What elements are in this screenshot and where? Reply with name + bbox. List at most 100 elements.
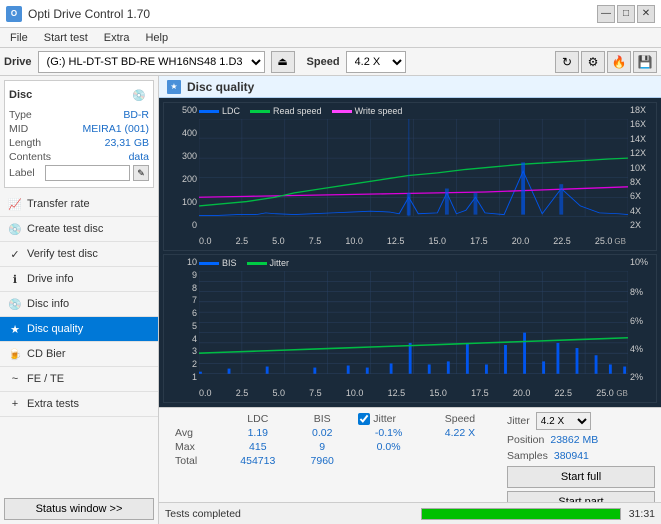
- col-header-ldc: LDC: [221, 412, 294, 426]
- speed-info-row: Jitter 4.2 X: [507, 412, 655, 430]
- progress-bar: [421, 508, 621, 520]
- maximize-button[interactable]: □: [617, 5, 635, 23]
- sidebar-item-label-create-test-disc: Create test disc: [27, 223, 103, 235]
- chart1-x-axis: 0.02.55.07.510.012.515.017.520.022.525.0…: [199, 232, 628, 250]
- legend-bis: BIS: [199, 258, 237, 268]
- titlebar-controls: — □ ✕: [597, 5, 655, 23]
- sidebar-item-fe-te[interactable]: ~ FE / TE: [0, 367, 158, 392]
- legend-read-speed-dot: [250, 110, 270, 113]
- sidebar-item-label-fe-te: FE / TE: [27, 373, 64, 385]
- disc-length-label: Length: [9, 137, 41, 149]
- position-row: Position 23862 MB: [507, 434, 655, 446]
- disc-header-label: Disc: [9, 89, 32, 101]
- legend-write-speed: Write speed: [332, 106, 403, 116]
- refresh-button[interactable]: ↻: [555, 51, 579, 73]
- status-window-label: Status window >>: [36, 503, 123, 515]
- max-bis: 9: [294, 440, 350, 454]
- stats-bar: LDC BIS Jitter Speed: [159, 407, 661, 502]
- legend-bis-dot: [199, 262, 219, 265]
- jitter-checkbox[interactable]: [358, 413, 370, 425]
- minimize-button[interactable]: —: [597, 5, 615, 23]
- sidebar-item-create-test-disc[interactable]: 💿 Create test disc: [0, 217, 158, 242]
- settings-button[interactable]: ⚙: [581, 51, 605, 73]
- jitter-speed-select[interactable]: 4.2 X: [536, 412, 591, 430]
- chart-title-icon: ★: [167, 80, 181, 94]
- chart1-area: [199, 119, 628, 232]
- avg-bis: 0.02: [294, 426, 350, 440]
- chart-header: ★ Disc quality: [159, 76, 661, 98]
- app-icon: O: [6, 6, 22, 22]
- menu-file[interactable]: File: [4, 31, 34, 45]
- jitter-speed-label: Jitter: [507, 415, 530, 427]
- legend-ldc-label: LDC: [222, 106, 240, 116]
- time-text: 31:31: [629, 508, 655, 520]
- samples-value: 380941: [554, 450, 589, 462]
- legend-bis-label: BIS: [222, 258, 237, 268]
- chart2-svg: [199, 271, 628, 384]
- start-full-button[interactable]: Start full: [507, 466, 655, 488]
- disc-panel: Disc 💿 Type BD-R MID MEIRA1 (001) Length…: [4, 80, 154, 188]
- save-button[interactable]: 💾: [633, 51, 657, 73]
- total-bis: 7960: [294, 454, 350, 468]
- disc-label-input[interactable]: [45, 165, 130, 181]
- titlebar-left: O Opti Drive Control 1.70: [6, 6, 150, 22]
- drivebar: Drive (G:) HL-DT-ST BD-RE WH16NS48 1.D3 …: [0, 48, 661, 76]
- menu-help[interactable]: Help: [139, 31, 174, 45]
- col-header-bis: BIS: [294, 412, 350, 426]
- sidebar-item-drive-info[interactable]: ℹ Drive info: [0, 267, 158, 292]
- drive-select[interactable]: (G:) HL-DT-ST BD-RE WH16NS48 1.D3: [38, 51, 265, 73]
- stats-right: Jitter 4.2 X Position 23862 MB Samples 3…: [501, 408, 661, 502]
- sidebar-item-transfer-rate[interactable]: 📈 Transfer rate: [0, 192, 158, 217]
- sidebar-item-disc-info[interactable]: 💿 Disc info: [0, 292, 158, 317]
- legend-read-speed: Read speed: [250, 106, 322, 116]
- close-button[interactable]: ✕: [637, 5, 655, 23]
- max-label: Max: [167, 440, 221, 454]
- disc-label-row: Label ✎: [9, 165, 149, 181]
- burn-button[interactable]: 🔥: [607, 51, 631, 73]
- sidebar-item-label-extra-tests: Extra tests: [27, 398, 79, 410]
- legend-read-speed-label: Read speed: [273, 106, 322, 116]
- total-label: Total: [167, 454, 221, 468]
- stats-table: LDC BIS Jitter Speed: [159, 408, 501, 502]
- menu-extra[interactable]: Extra: [98, 31, 136, 45]
- sidebar-item-label-drive-info: Drive info: [27, 273, 73, 285]
- disc-contents-row: Contents data: [9, 151, 149, 163]
- sidebar-item-cd-bier[interactable]: 🍺 CD Bier: [0, 342, 158, 367]
- disc-icon: 💿: [129, 85, 149, 105]
- col-header-jitter-check: Jitter: [350, 412, 427, 426]
- sidebar-item-label-cd-bier: CD Bier: [27, 348, 66, 360]
- disc-contents-label: Contents: [9, 151, 51, 163]
- avg-label: Avg: [167, 426, 221, 440]
- samples-label: Samples: [507, 450, 548, 462]
- disc-mid-value: MEIRA1 (001): [82, 123, 149, 135]
- legend-jitter-dot: [247, 262, 267, 265]
- content-area: ★ Disc quality LDC Read speed: [159, 76, 661, 524]
- disc-length-row: Length 23,31 GB: [9, 137, 149, 149]
- sidebar-item-disc-quality[interactable]: ★ Disc quality: [0, 317, 158, 342]
- chart2-y-right: 10%8%6%4%2%: [628, 255, 656, 384]
- speed-select[interactable]: 4.2 X: [346, 51, 406, 73]
- avg-ldc: 1.19: [221, 426, 294, 440]
- disc-header: Disc 💿: [9, 85, 149, 105]
- toolbar-icons: ↻ ⚙ 🔥 💾: [555, 51, 657, 73]
- disc-label-edit-button[interactable]: ✎: [133, 165, 149, 181]
- sidebar-item-verify-test-disc[interactable]: ✓ Verify test disc: [0, 242, 158, 267]
- col-header-speed: Speed: [427, 412, 493, 426]
- max-ldc: 415: [221, 440, 294, 454]
- sidebar-item-extra-tests[interactable]: + Extra tests: [0, 392, 158, 417]
- legend-ldc: LDC: [199, 106, 240, 116]
- titlebar: O Opti Drive Control 1.70 — □ ✕: [0, 0, 661, 28]
- verify-test-disc-icon: ✓: [8, 247, 22, 261]
- cd-bier-icon: 🍺: [8, 347, 22, 361]
- charts-container: LDC Read speed Write speed 5004003002001…: [159, 98, 661, 407]
- sidebar-menu: 📈 Transfer rate 💿 Create test disc ✓ Ver…: [0, 192, 158, 494]
- main-layout: Disc 💿 Type BD-R MID MEIRA1 (001) Length…: [0, 76, 661, 524]
- status-window-button[interactable]: Status window >>: [4, 498, 154, 520]
- legend-jitter-label: Jitter: [270, 258, 290, 268]
- stats-total-row: Total 454713 7960: [167, 454, 493, 468]
- sidebar-item-label-disc-quality: Disc quality: [27, 323, 83, 335]
- eject-button[interactable]: ⏏: [271, 51, 295, 73]
- transfer-rate-icon: 📈: [8, 197, 22, 211]
- legend-write-speed-label: Write speed: [355, 106, 403, 116]
- menu-start-test[interactable]: Start test: [38, 31, 94, 45]
